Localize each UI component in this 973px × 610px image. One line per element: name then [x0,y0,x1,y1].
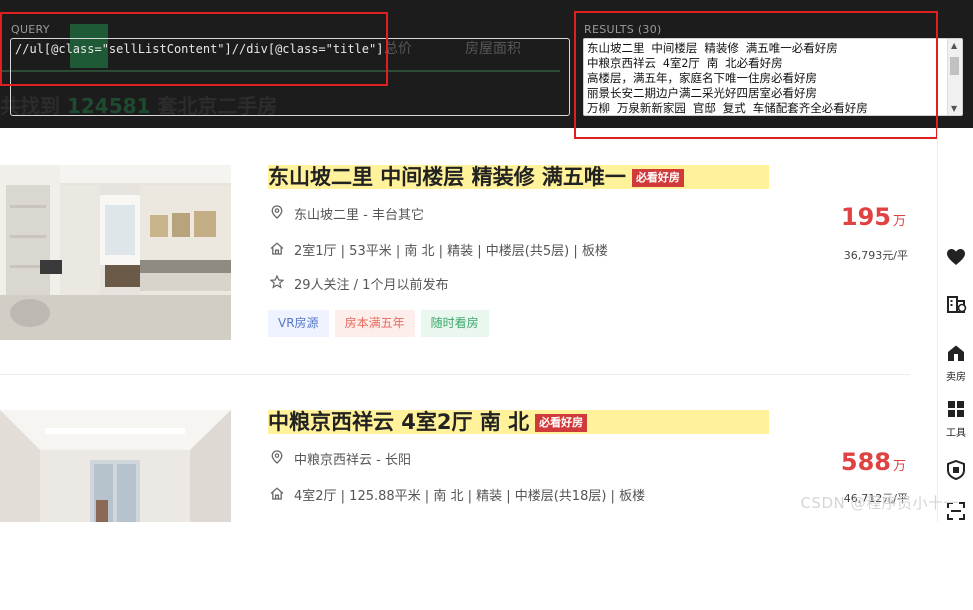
follow-info-text: 29人关注 / 1个月以前发布 [294,278,449,293]
scroll-down-icon[interactable]: ▼ [951,104,957,113]
location-pin-icon [268,205,286,225]
price-value: 588 [840,448,891,476]
total-price: 195 万 [841,203,906,231]
building-icon [938,292,973,319]
listing-divider [0,374,910,375]
favorite-button[interactable] [938,248,973,271]
must-see-badge: 必看好房 [535,414,588,432]
location-pin-icon [268,450,286,470]
living-room-photo [0,165,231,340]
listing-item[interactable]: 东山坡二里 中间楼层 精装修 满五唯一 必看好房 东山坡二里 - 丰台其它 2室1… [0,165,910,365]
house-info-row: 2室1厅 | 53平米 | 南 北 | 精装 | 中楼层(共5层) | 板楼 [268,242,608,260]
empty-room-photo [0,410,231,522]
listing-photo[interactable] [0,410,231,522]
location-text[interactable]: 中粮京西祥云 - 长阳 [294,453,411,468]
house-icon [268,487,286,506]
listing-title-text[interactable]: 东山坡二里 中间楼层 精装修 满五唯一 [268,165,626,189]
price-unit: 万 [892,459,906,474]
tag-anytime-viewing: 随时看房 [420,310,489,337]
listing-title-text[interactable]: 中粮京西祥云 4室2厅 南 北 [268,410,529,434]
tag-list: VR房源 房本满五年 随时看房 [268,310,495,337]
house-sell-icon [938,344,973,367]
scroll-up-icon[interactable]: ▲ [951,41,957,50]
listing-photo[interactable] [0,165,231,340]
unit-price: 36,793元/平 [843,249,908,262]
price-unit: 万 [892,214,906,229]
grid-tools-icon [938,400,973,423]
right-tool-rail: 卖房 工具 [937,128,973,522]
tag-five-years: 房本满五年 [334,310,415,337]
feedback-button[interactable] [938,459,973,485]
location-row: 中粮京西祥云 - 长阳 [268,450,411,468]
heart-icon [938,248,973,271]
location-row: 东山坡二里 - 丰台其它 [268,205,424,223]
tag-vr: VR房源 [268,310,329,337]
shield-icon [938,459,973,485]
price-value: 195 [840,203,891,231]
house-info-row: 4室2厅 | 125.88平米 | 南 北 | 精装 | 中楼层(共18层) |… [268,487,645,505]
house-info-text: 4室2厅 | 125.88平米 | 南 北 | 精装 | 中楼层(共18层) |… [294,489,646,504]
query-highlight-frame [0,12,388,86]
house-info-text: 2室1厅 | 53平米 | 南 北 | 精装 | 中楼层(共5层) | 板楼 [294,244,608,259]
location-text[interactable]: 东山坡二里 - 丰台其它 [294,208,424,223]
follow-info-row: 29人关注 / 1个月以前发布 [268,274,449,295]
results-scrollbar[interactable]: ▲ ▼ [947,39,962,115]
listing-title[interactable]: 中粮京西祥云 4室2厅 南 北必看好房 [268,410,769,434]
must-see-badge: 必看好房 [631,169,684,187]
star-icon [268,274,286,295]
sell-house-label: 卖房 [946,372,966,383]
sell-house-button[interactable]: 卖房 [938,344,973,383]
total-price: 588 万 [841,448,906,476]
listing-item[interactable]: 中粮京西祥云 4室2厅 南 北必看好房 中粮京西祥云 - 长阳 4室2厅 | 1… [0,410,910,610]
scroll-thumb[interactable] [950,57,959,75]
listing-title[interactable]: 东山坡二里 中间楼层 精装修 满五唯一 必看好房 [268,165,769,189]
house-icon [268,242,286,261]
results-highlight-frame [574,11,938,139]
tools-button[interactable]: 工具 [938,400,973,439]
tools-label: 工具 [946,428,966,439]
csdn-watermark: CSDN @程序员小十一 [800,494,959,512]
compare-button[interactable] [938,292,973,319]
